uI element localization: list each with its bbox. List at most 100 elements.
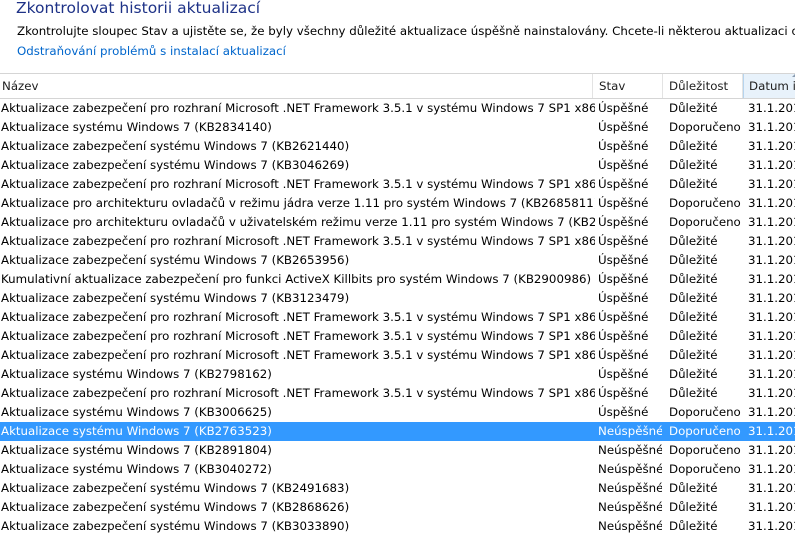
cell-name: Aktualizace zabezpečení systému Windows …: [1, 253, 350, 267]
cell-status: Neúspěšné: [598, 443, 662, 457]
cell-importance: Důležité: [669, 329, 718, 343]
cell-name: Aktualizace zabezpečení systému Windows …: [1, 481, 350, 495]
column-header-date[interactable]: Datum in: [743, 74, 795, 98]
cell-date: 31.1.2016: [748, 329, 795, 343]
table-row[interactable]: Aktualizace zabezpečení pro rozhraní Mic…: [0, 175, 795, 194]
cell-date: 31.1.2016: [748, 405, 795, 419]
cell-status: Úspěšné: [598, 348, 649, 362]
cell-importance: Důležité: [669, 177, 718, 191]
cell-name: Aktualizace systému Windows 7 (KB2798162…: [1, 367, 272, 381]
table-row[interactable]: Aktualizace zabezpečení pro rozhraní Mic…: [0, 384, 795, 403]
table-row[interactable]: Kumulativní aktualizace zabezpečení pro …: [0, 270, 795, 289]
cell-importance: Důležité: [669, 291, 718, 305]
table-row[interactable]: Aktualizace zabezpečení systému Windows …: [0, 479, 795, 498]
cell-status: Úspěšné: [598, 120, 649, 134]
cell-name: Aktualizace zabezpečení systému Windows …: [1, 500, 350, 514]
cell-status: Úspěšné: [598, 291, 649, 305]
cell-importance: Doporučeno: [669, 405, 741, 419]
table-row[interactable]: Aktualizace zabezpečení systému Windows …: [0, 156, 795, 175]
cell-importance: Důležité: [669, 367, 718, 381]
cell-name: Aktualizace zabezpečení pro rozhraní Mic…: [1, 234, 595, 248]
table-row[interactable]: Aktualizace systému Windows 7 (KB2798162…: [0, 365, 795, 384]
cell-importance: Důležité: [669, 234, 718, 248]
cell-date: 31.1.2016: [748, 291, 795, 305]
cell-date: 31.1.2016: [748, 386, 795, 400]
cell-date: 31.1.2016: [748, 348, 795, 362]
cell-status: Neúspěšné: [598, 424, 662, 438]
cell-date: 31.1.2016: [748, 215, 795, 229]
cell-importance: Doporučeno: [669, 443, 741, 457]
table-row[interactable]: Aktualizace zabezpečení systému Windows …: [0, 517, 795, 536]
cell-status: Úspěšné: [598, 386, 649, 400]
table-header: Název Stav Důležitost Datum in: [0, 73, 795, 99]
cell-status: Neúspěšné: [598, 462, 662, 476]
table-row[interactable]: Aktualizace systému Windows 7 (KB2834140…: [0, 118, 795, 137]
cell-name: Aktualizace zabezpečení systému Windows …: [1, 291, 350, 305]
cell-date: 31.1.2016: [748, 272, 795, 286]
table-row[interactable]: Aktualizace pro architekturu ovladačů v …: [0, 194, 795, 213]
cell-date: 31.1.2016: [748, 310, 795, 324]
cell-importance: Důležité: [669, 310, 718, 324]
column-header-date-label: Datum in: [749, 79, 795, 93]
column-header-importance[interactable]: Důležitost: [663, 74, 743, 98]
cell-name: Aktualizace zabezpečení systému Windows …: [1, 139, 350, 153]
cell-importance: Doporučeno: [669, 120, 741, 134]
cell-date: 31.1.2016: [748, 101, 795, 115]
update-history-table: Název Stav Důležitost Datum in Aktualiza…: [0, 73, 795, 536]
table-row[interactable]: Aktualizace systému Windows 7 (KB2763523…: [0, 422, 795, 441]
table-row[interactable]: Aktualizace pro architekturu ovladačů v …: [0, 213, 795, 232]
page-title: Zkontrolovat historii aktualizací: [16, 0, 261, 17]
cell-name: Aktualizace zabezpečení pro rozhraní Mic…: [1, 310, 595, 324]
cell-date: 31.1.2016: [748, 481, 795, 495]
cell-importance: Důležité: [669, 139, 718, 153]
cell-status: Neúspěšné: [598, 500, 662, 514]
column-header-name[interactable]: Název: [0, 74, 593, 98]
cell-importance: Důležité: [669, 101, 718, 115]
table-row[interactable]: Aktualizace systému Windows 7 (KB3006625…: [0, 403, 795, 422]
cell-name: Aktualizace systému Windows 7 (KB3006625…: [1, 405, 272, 419]
cell-importance: Důležité: [669, 253, 718, 267]
cell-date: 31.1.2016: [748, 462, 795, 476]
cell-name: Aktualizace zabezpečení pro rozhraní Mic…: [1, 101, 595, 115]
cell-date: 31.1.2016: [748, 139, 795, 153]
cell-status: Úspěšné: [598, 158, 649, 172]
cell-importance: Důležité: [669, 500, 718, 514]
troubleshoot-link[interactable]: Odstraňování problémů s instalací aktual…: [17, 43, 286, 59]
cell-date: 31.1.2016: [748, 177, 795, 191]
cell-name: Aktualizace zabezpečení pro rozhraní Mic…: [1, 348, 595, 362]
column-header-status[interactable]: Stav: [593, 74, 663, 98]
cell-name: Aktualizace systému Windows 7 (KB2891804…: [1, 443, 272, 457]
table-row[interactable]: Aktualizace zabezpečení systému Windows …: [0, 137, 795, 156]
cell-status: Neúspěšné: [598, 481, 662, 495]
cell-status: Úspěšné: [598, 405, 649, 419]
cell-name: Aktualizace zabezpečení systému Windows …: [1, 519, 350, 533]
cell-name: Aktualizace pro architekturu ovladačů v …: [1, 215, 595, 229]
table-row[interactable]: Aktualizace zabezpečení pro rozhraní Mic…: [0, 232, 795, 251]
cell-status: Úspěšné: [598, 367, 649, 381]
table-row[interactable]: Aktualizace zabezpečení pro rozhraní Mic…: [0, 346, 795, 365]
cell-name: Kumulativní aktualizace zabezpečení pro …: [1, 272, 592, 286]
cell-importance: Doporučeno: [669, 196, 741, 210]
table-row[interactable]: Aktualizace systému Windows 7 (KB2891804…: [0, 441, 795, 460]
cell-importance: Důležité: [669, 158, 718, 172]
table-row[interactable]: Aktualizace zabezpečení systému Windows …: [0, 289, 795, 308]
cell-name: Aktualizace zabezpečení systému Windows …: [1, 158, 350, 172]
cell-name: Aktualizace systému Windows 7 (KB2834140…: [1, 120, 272, 134]
cell-importance: Důležité: [669, 272, 718, 286]
cell-status: Úspěšné: [598, 177, 649, 191]
cell-status: Úspěšné: [598, 101, 649, 115]
table-row[interactable]: Aktualizace zabezpečení systému Windows …: [0, 251, 795, 270]
table-row[interactable]: Aktualizace zabezpečení pro rozhraní Mic…: [0, 99, 795, 118]
table-row[interactable]: Aktualizace zabezpečení pro rozhraní Mic…: [0, 308, 795, 327]
table-row[interactable]: Aktualizace zabezpečení systému Windows …: [0, 498, 795, 517]
cell-date: 31.1.2016: [748, 158, 795, 172]
table-row[interactable]: Aktualizace systému Windows 7 (KB3040272…: [0, 460, 795, 479]
table-row[interactable]: Aktualizace zabezpečení pro rozhraní Mic…: [0, 327, 795, 346]
cell-date: 31.1.2016: [748, 500, 795, 514]
cell-status: Úspěšné: [598, 253, 649, 267]
cell-status: Úspěšné: [598, 196, 649, 210]
cell-importance: Doporučeno: [669, 424, 741, 438]
cell-date: 31.1.2016: [748, 424, 795, 438]
cell-status: Úspěšné: [598, 139, 649, 153]
cell-date: 31.1.2016: [748, 234, 795, 248]
